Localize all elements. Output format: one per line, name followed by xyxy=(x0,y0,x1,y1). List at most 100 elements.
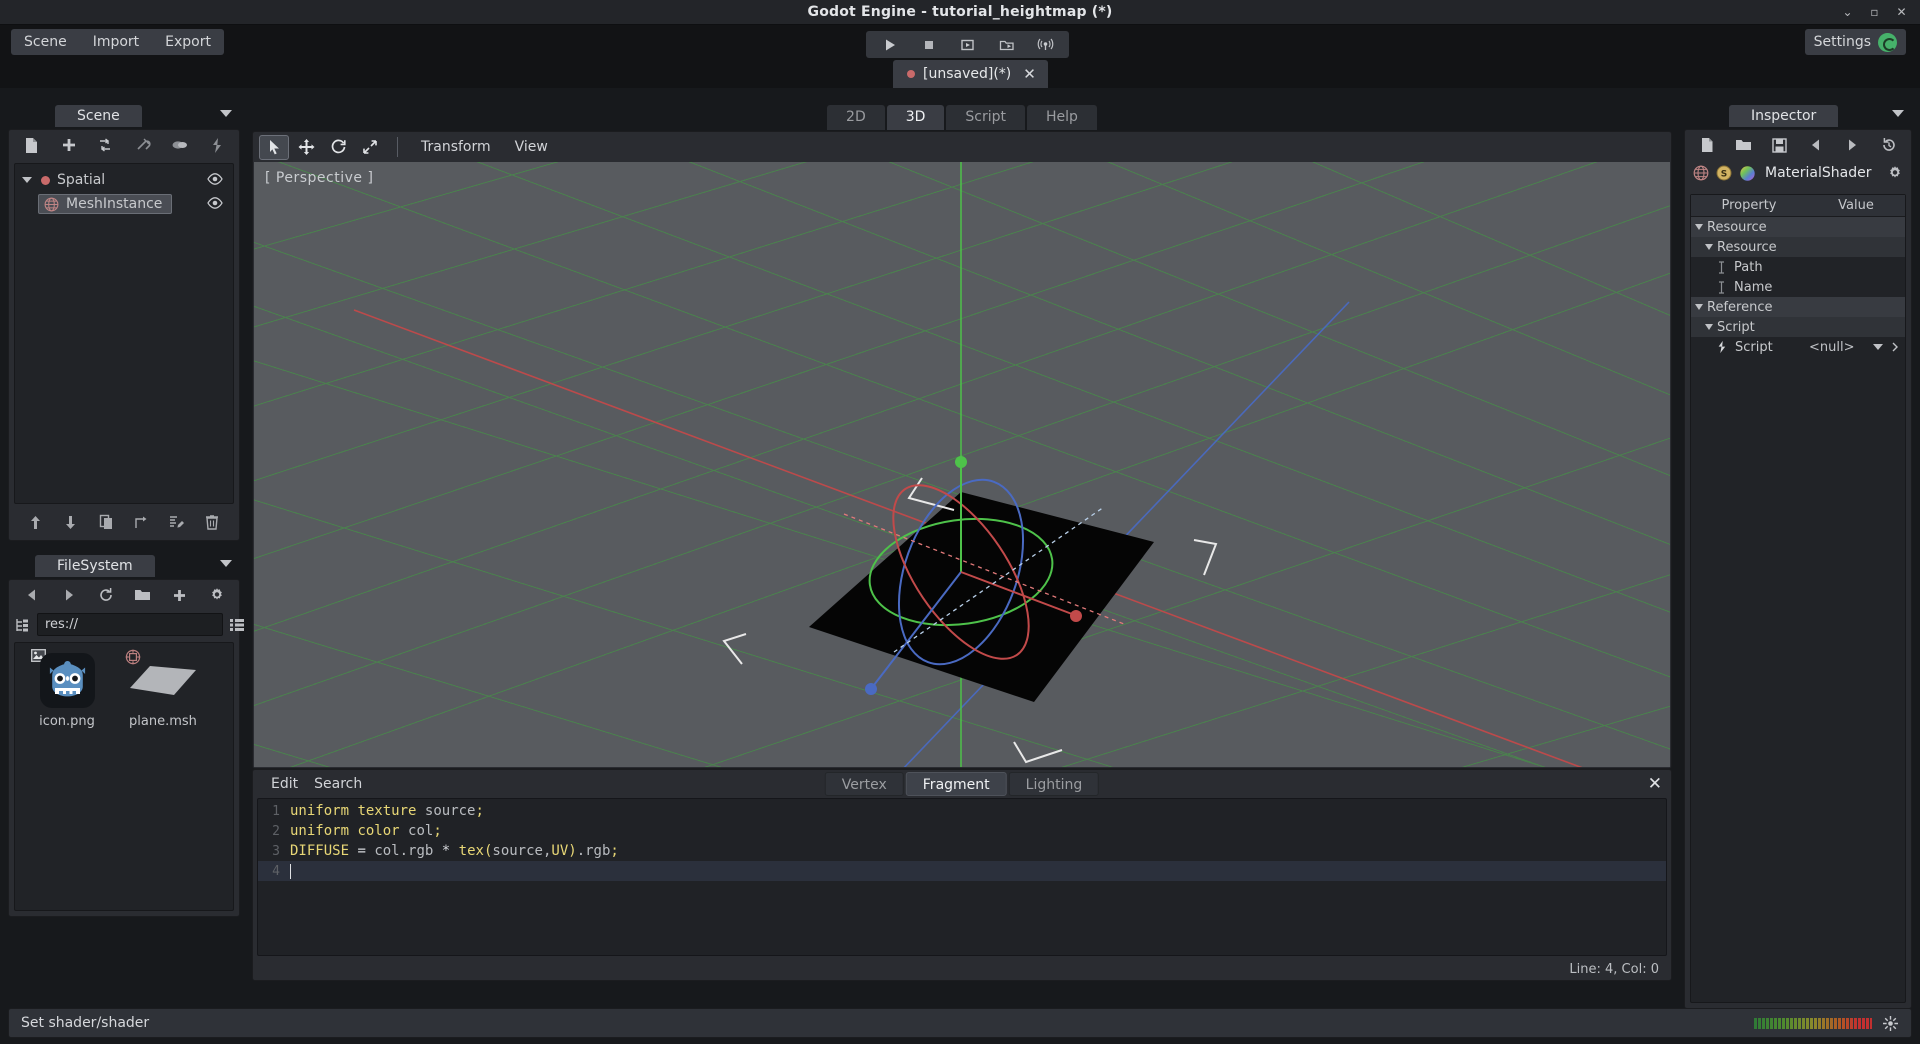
file-item-plane-msh[interactable]: plane.msh xyxy=(115,651,211,729)
viewport-menu-view[interactable]: View xyxy=(504,135,559,159)
move-down-icon[interactable] xyxy=(53,509,88,535)
instance-scene-icon[interactable] xyxy=(87,132,124,158)
scene-tree[interactable]: SpatialMeshInstance xyxy=(14,163,234,504)
property-row-resource[interactable]: Resource xyxy=(1691,217,1905,237)
nav-forward-icon[interactable] xyxy=(50,582,87,608)
new-scene-icon[interactable] xyxy=(13,132,50,158)
shader-menu-search[interactable]: Search xyxy=(306,773,370,795)
menu-scene[interactable]: Scene xyxy=(11,29,80,55)
viewport-menu-transform[interactable]: Transform xyxy=(410,135,502,159)
favorite-add-icon[interactable] xyxy=(161,582,198,608)
filesystem-file-grid[interactable]: icon.png plane.msh xyxy=(14,642,234,911)
play-custom-scene-button[interactable] xyxy=(987,32,1026,57)
expand-arrow-icon[interactable] xyxy=(1705,324,1713,330)
property-row-resource[interactable]: Resource xyxy=(1691,237,1905,257)
duplicate-icon[interactable] xyxy=(89,509,124,535)
menu-export[interactable]: Export xyxy=(152,29,224,55)
file-item-icon-png[interactable]: icon.png xyxy=(19,651,115,729)
refresh-icon[interactable] xyxy=(87,582,124,608)
delete-icon[interactable] xyxy=(195,509,230,535)
tab-2d[interactable]: 2D xyxy=(827,105,885,130)
play-button[interactable] xyxy=(870,32,909,57)
shader-resource-icon[interactable]: S xyxy=(1716,165,1732,181)
chevron-down-icon[interactable] xyxy=(1873,344,1883,351)
performance-monitor-icon[interactable] xyxy=(1882,1015,1899,1032)
open-resource-icon[interactable] xyxy=(1725,132,1761,158)
tab-filesystem[interactable]: FileSystem xyxy=(35,555,155,577)
shader-code-area[interactable]: 1uniform texture source;2uniform color c… xyxy=(257,798,1667,956)
reparent-icon[interactable] xyxy=(124,509,159,535)
scene-tab-label: [unsaved](*) xyxy=(923,66,1011,82)
tab-help[interactable]: Help xyxy=(1027,105,1097,130)
mesh-globe-icon[interactable] xyxy=(1693,165,1709,181)
chevron-right-icon[interactable] xyxy=(1892,342,1899,352)
add-node-icon[interactable] xyxy=(50,132,87,158)
expand-arrow-icon[interactable] xyxy=(1695,224,1703,230)
scene-panel-menu-icon[interactable] xyxy=(220,110,232,117)
property-label: Reference xyxy=(1707,300,1772,315)
history-forward-icon[interactable] xyxy=(1834,132,1870,158)
list-view-icon[interactable] xyxy=(229,617,245,633)
fs-options-icon[interactable] xyxy=(198,582,235,608)
property-row-reference[interactable]: Reference xyxy=(1691,297,1905,317)
save-resource-icon[interactable] xyxy=(1762,132,1798,158)
shader-tab-lighting[interactable]: Lighting xyxy=(1009,772,1100,796)
filesystem-panel-menu-icon[interactable] xyxy=(220,560,232,567)
minimize-icon[interactable]: ⌄ xyxy=(1841,6,1854,19)
shader-tab-fragment[interactable]: Fragment xyxy=(906,772,1007,796)
connect-signal-icon[interactable] xyxy=(124,132,161,158)
material-sphere-icon[interactable] xyxy=(1739,165,1756,182)
scene-tab[interactable]: [unsaved](*) ✕ xyxy=(893,60,1048,88)
inspector-panel: S MaterialShader xyxy=(1684,129,1912,1009)
new-resource-icon[interactable] xyxy=(1689,132,1725,158)
scale-tool[interactable] xyxy=(355,135,385,160)
shader-editor-close-icon[interactable]: ✕ xyxy=(1648,774,1662,794)
menu-import[interactable]: Import xyxy=(80,29,152,55)
property-row-script[interactable]: Script xyxy=(1691,317,1905,337)
tab-3d[interactable]: 3D xyxy=(887,105,945,130)
tree-toggle-icon[interactable] xyxy=(15,617,31,633)
expand-arrow-icon[interactable] xyxy=(22,177,32,183)
expand-arrow-icon[interactable] xyxy=(1695,304,1703,310)
move-tool[interactable] xyxy=(291,135,321,160)
tree-node-spatial[interactable]: Spatial xyxy=(15,168,233,192)
tree-node-meshinstance[interactable]: MeshInstance xyxy=(15,192,233,216)
close-icon[interactable]: ✕ xyxy=(1895,6,1908,19)
filesystem-path-input[interactable] xyxy=(37,613,223,636)
maximize-icon[interactable]: ▫ xyxy=(1868,6,1881,19)
inspector-panel-menu-icon[interactable] xyxy=(1892,110,1904,117)
group-icon[interactable] xyxy=(161,132,198,158)
nav-back-icon[interactable] xyxy=(13,582,50,608)
shader-menu-edit[interactable]: Edit xyxy=(263,773,306,795)
expand-arrow-icon[interactable] xyxy=(1705,244,1713,250)
tab-scene[interactable]: Scene xyxy=(55,105,142,127)
tab-script[interactable]: Script xyxy=(946,105,1025,130)
history-back-icon[interactable] xyxy=(1798,132,1834,158)
remote-debug-button[interactable] xyxy=(1026,32,1065,57)
property-row-path[interactable]: Path xyxy=(1691,257,1905,277)
code-line[interactable]: 4 xyxy=(258,861,1666,881)
property-value[interactable]: <null> xyxy=(1809,340,1855,355)
move-up-icon[interactable] xyxy=(18,509,53,535)
visibility-toggle-icon[interactable] xyxy=(207,173,223,185)
visibility-toggle-icon[interactable] xyxy=(207,197,223,209)
script-icon[interactable] xyxy=(198,132,235,158)
stop-button[interactable] xyxy=(909,32,948,57)
settings-button[interactable]: Settings xyxy=(1805,29,1906,55)
3d-viewport[interactable]: [ Perspective ] xyxy=(254,162,1670,767)
property-row-name[interactable]: Name xyxy=(1691,277,1905,297)
code-line[interactable]: 3DIFFUSE = col.rgb * tex(source,UV).rgb; xyxy=(258,841,1666,861)
tab-inspector[interactable]: Inspector xyxy=(1729,105,1838,127)
code-line[interactable]: 1uniform texture source; xyxy=(258,801,1666,821)
shader-tab-vertex[interactable]: Vertex xyxy=(825,772,904,796)
rotate-tool[interactable] xyxy=(323,135,353,160)
edit-script-icon[interactable] xyxy=(159,509,194,535)
new-folder-icon[interactable] xyxy=(124,582,161,608)
history-icon[interactable] xyxy=(1871,132,1907,158)
scene-tab-close-icon[interactable]: ✕ xyxy=(1023,65,1036,83)
play-scene-button[interactable] xyxy=(948,32,987,57)
code-line[interactable]: 2uniform color col; xyxy=(258,821,1666,841)
property-row-script[interactable]: Script<null> xyxy=(1691,337,1905,357)
select-tool[interactable] xyxy=(259,135,289,160)
inspector-options-gear-icon[interactable] xyxy=(1887,165,1903,181)
